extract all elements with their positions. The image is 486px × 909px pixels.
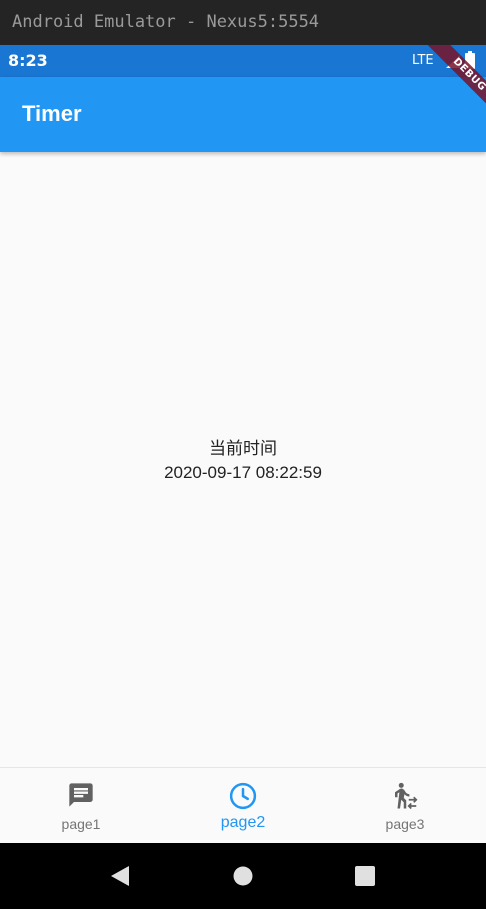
- nav-item-page1[interactable]: page1: [0, 768, 162, 844]
- recents-icon[interactable]: [354, 865, 376, 887]
- debug-banner-label: DEBUG: [424, 45, 486, 120]
- nav-item-page3[interactable]: page3: [324, 768, 486, 844]
- nav-label-page2: page2: [220, 814, 266, 831]
- current-time-label: 当前时间: [209, 439, 277, 459]
- main-content: 当前时间 2020-09-17 08:22:59: [0, 152, 486, 767]
- walking-person-icon: [395, 782, 418, 810]
- clock-icon: [229, 782, 257, 810]
- debug-banner: DEBUG: [406, 45, 486, 125]
- back-icon[interactable]: [110, 865, 130, 887]
- system-navigation-bar: [0, 843, 486, 909]
- emulator-window-title: Android Emulator - Nexus5:5554: [0, 0, 486, 45]
- page-title: Timer: [22, 101, 82, 126]
- current-time-block: 当前时间 2020-09-17 08:22:59: [0, 437, 486, 485]
- status-time: 8:23: [8, 51, 48, 70]
- nav-label-page1: page1: [61, 816, 101, 832]
- message-icon: [69, 783, 93, 807]
- bottom-navigation: page1 page2 page3: [0, 767, 486, 843]
- home-icon[interactable]: [232, 865, 254, 887]
- nav-item-page2[interactable]: page2: [162, 768, 324, 844]
- current-time-value: 2020-09-17 08:22:59: [164, 463, 322, 482]
- nav-label-page3: page3: [385, 816, 425, 832]
